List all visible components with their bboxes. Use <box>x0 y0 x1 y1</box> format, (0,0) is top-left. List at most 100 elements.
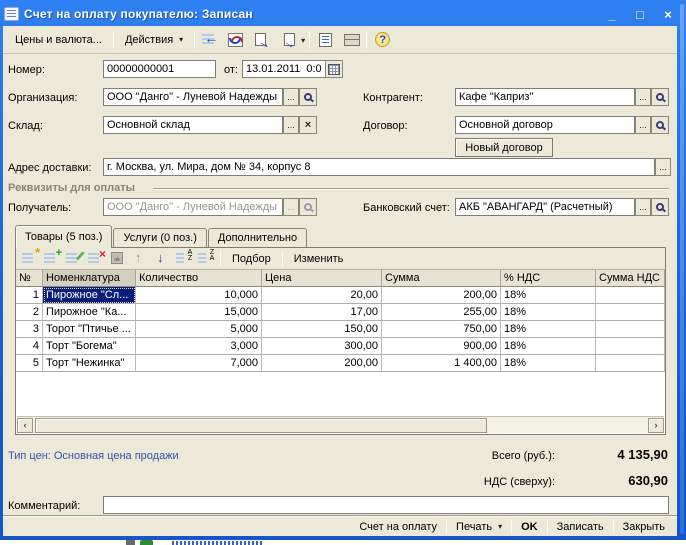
column-header-nomenclature[interactable]: Номенклатура <box>43 270 136 287</box>
column-header-price[interactable]: Цена <box>262 270 382 287</box>
add-row-button[interactable]: * <box>20 249 40 268</box>
help-button[interactable]: ? <box>371 29 394 50</box>
table-cell[interactable]: 4 <box>16 338 43 355</box>
table-cell[interactable] <box>596 355 665 372</box>
move-up-button[interactable]: ↑ <box>130 249 150 268</box>
table-cell[interactable]: 15,000 <box>136 304 262 321</box>
print-button[interactable]: Печать ▾ <box>448 518 510 536</box>
save-button[interactable]: Записать <box>549 518 612 536</box>
address-select-button[interactable]: ... <box>655 158 671 176</box>
table-cell[interactable]: 1 <box>16 287 43 304</box>
warehouse-select-button[interactable]: ... <box>283 116 299 134</box>
table-cell[interactable]: 3,000 <box>136 338 262 355</box>
table-cell[interactable]: 750,00 <box>382 321 501 338</box>
invoice-button[interactable]: Счет на оплату <box>351 518 445 536</box>
table-cell[interactable] <box>596 287 665 304</box>
bank-select-button[interactable]: ... <box>635 198 651 216</box>
delivery-address-input[interactable] <box>103 158 655 176</box>
table-cell[interactable]: 2 <box>16 304 43 321</box>
sort-ascending-button[interactable]: AZ <box>174 249 194 268</box>
table-cell[interactable]: 18% <box>501 338 596 355</box>
contragent-input[interactable] <box>455 88 635 106</box>
close-button[interactable]: × <box>660 7 676 22</box>
table-cell[interactable]: 18% <box>501 304 596 321</box>
contragent-select-button[interactable]: ... <box>635 88 651 106</box>
contragent-open-button[interactable] <box>651 88 669 106</box>
column-header-sum[interactable]: Сумма <box>382 270 501 287</box>
number-input[interactable] <box>103 60 216 78</box>
edit-row-button[interactable] <box>64 249 84 268</box>
bank-open-button[interactable] <box>651 198 669 216</box>
horizontal-scrollbar[interactable]: ‹ › <box>17 416 664 433</box>
table-cell[interactable]: 7,000 <box>136 355 262 372</box>
move-down-button[interactable]: ↓ <box>152 249 172 268</box>
selected-cell[interactable]: Пирожное "Сл... <box>43 287 136 304</box>
post-document-button[interactable] <box>224 29 247 50</box>
maximize-button[interactable]: □ <box>632 7 648 22</box>
warehouse-clear-button[interactable]: × <box>299 116 317 134</box>
tab-services[interactable]: Услуги (0 поз.) <box>113 228 206 247</box>
organization-input[interactable] <box>103 88 283 106</box>
contract-input[interactable] <box>455 116 635 134</box>
document-structure-button[interactable] <box>314 29 337 50</box>
scrollbar-thumb[interactable] <box>35 418 487 433</box>
pick-button[interactable]: Подбор <box>224 248 279 270</box>
list-settings-button[interactable] <box>339 29 362 50</box>
table-cell[interactable]: 255,00 <box>382 304 501 321</box>
table-cell[interactable]: 1 400,00 <box>382 355 501 372</box>
tab-additional[interactable]: Дополнительно <box>208 228 307 247</box>
table-cell[interactable] <box>596 338 665 355</box>
column-header-vat[interactable]: % НДС <box>501 270 596 287</box>
table-cell[interactable]: 3 <box>16 321 43 338</box>
table-cell[interactable]: 18% <box>501 321 596 338</box>
tab-goods[interactable]: Товары (5 поз.) <box>15 225 112 248</box>
scroll-right-button[interactable]: › <box>648 418 664 433</box>
table-cell[interactable]: 150,00 <box>262 321 382 338</box>
copy-row-button[interactable]: + <box>42 249 62 268</box>
contract-select-button[interactable]: ... <box>635 116 651 134</box>
actions-menu-button[interactable]: Действия ▾ <box>117 29 191 51</box>
change-button[interactable]: Изменить <box>286 248 352 270</box>
date-input[interactable] <box>242 60 326 78</box>
table-cell[interactable]: 900,00 <box>382 338 501 355</box>
table-cell[interactable]: 18% <box>501 355 596 372</box>
contract-open-button[interactable] <box>651 116 669 134</box>
scroll-left-button[interactable]: ‹ <box>17 418 33 433</box>
delete-row-button[interactable]: × <box>86 249 106 268</box>
table-cell[interactable]: 200,00 <box>382 287 501 304</box>
organization-open-button[interactable] <box>299 88 317 106</box>
column-header-num[interactable]: № <box>16 270 43 287</box>
calendar-button[interactable] <box>325 60 343 78</box>
organization-select-button[interactable]: ... <box>283 88 299 106</box>
table-cell[interactable]: 10,000 <box>136 287 262 304</box>
minimize-button[interactable]: _ <box>604 7 620 22</box>
warehouse-input[interactable] <box>103 116 283 134</box>
table-cell[interactable]: Пирожное "Ка... <box>43 304 136 321</box>
table-cell[interactable]: Торот "Птичье ... <box>43 321 136 338</box>
table-cell[interactable]: Торт "Нежинка" <box>43 355 136 372</box>
close-form-button[interactable]: Закрыть <box>615 518 673 536</box>
new-contract-button[interactable]: Новый договор <box>455 138 553 157</box>
sort-descending-button[interactable]: ZA <box>196 249 216 268</box>
column-header-vat-sum[interactable]: Сумма НДС <box>596 270 665 287</box>
table-cell[interactable]: 17,00 <box>262 304 382 321</box>
related-documents-button[interactable]: → ▾ <box>274 29 305 50</box>
table-cell[interactable]: 5 <box>16 355 43 372</box>
go-to-journal-button[interactable]: → <box>249 29 272 50</box>
prices-currency-button[interactable]: Цены и валюта... <box>7 29 110 51</box>
table-cell[interactable] <box>596 321 665 338</box>
table-cell[interactable]: 5,000 <box>136 321 262 338</box>
table-cell[interactable]: 20,00 <box>262 287 382 304</box>
ok-button[interactable]: OK <box>513 518 546 536</box>
pencil-icon <box>76 251 85 260</box>
table-cell[interactable]: 200,00 <box>262 355 382 372</box>
comment-input[interactable] <box>103 496 669 514</box>
bank-account-input[interactable] <box>455 198 635 216</box>
column-header-quantity[interactable]: Количество <box>136 270 262 287</box>
reread-button[interactable]: ← <box>199 29 222 50</box>
table-cell[interactable]: 18% <box>501 287 596 304</box>
table-cell[interactable] <box>596 304 665 321</box>
table-cell[interactable]: 300,00 <box>262 338 382 355</box>
end-edit-button[interactable]: ok <box>108 249 128 268</box>
table-cell[interactable]: Торт "Богема" <box>43 338 136 355</box>
